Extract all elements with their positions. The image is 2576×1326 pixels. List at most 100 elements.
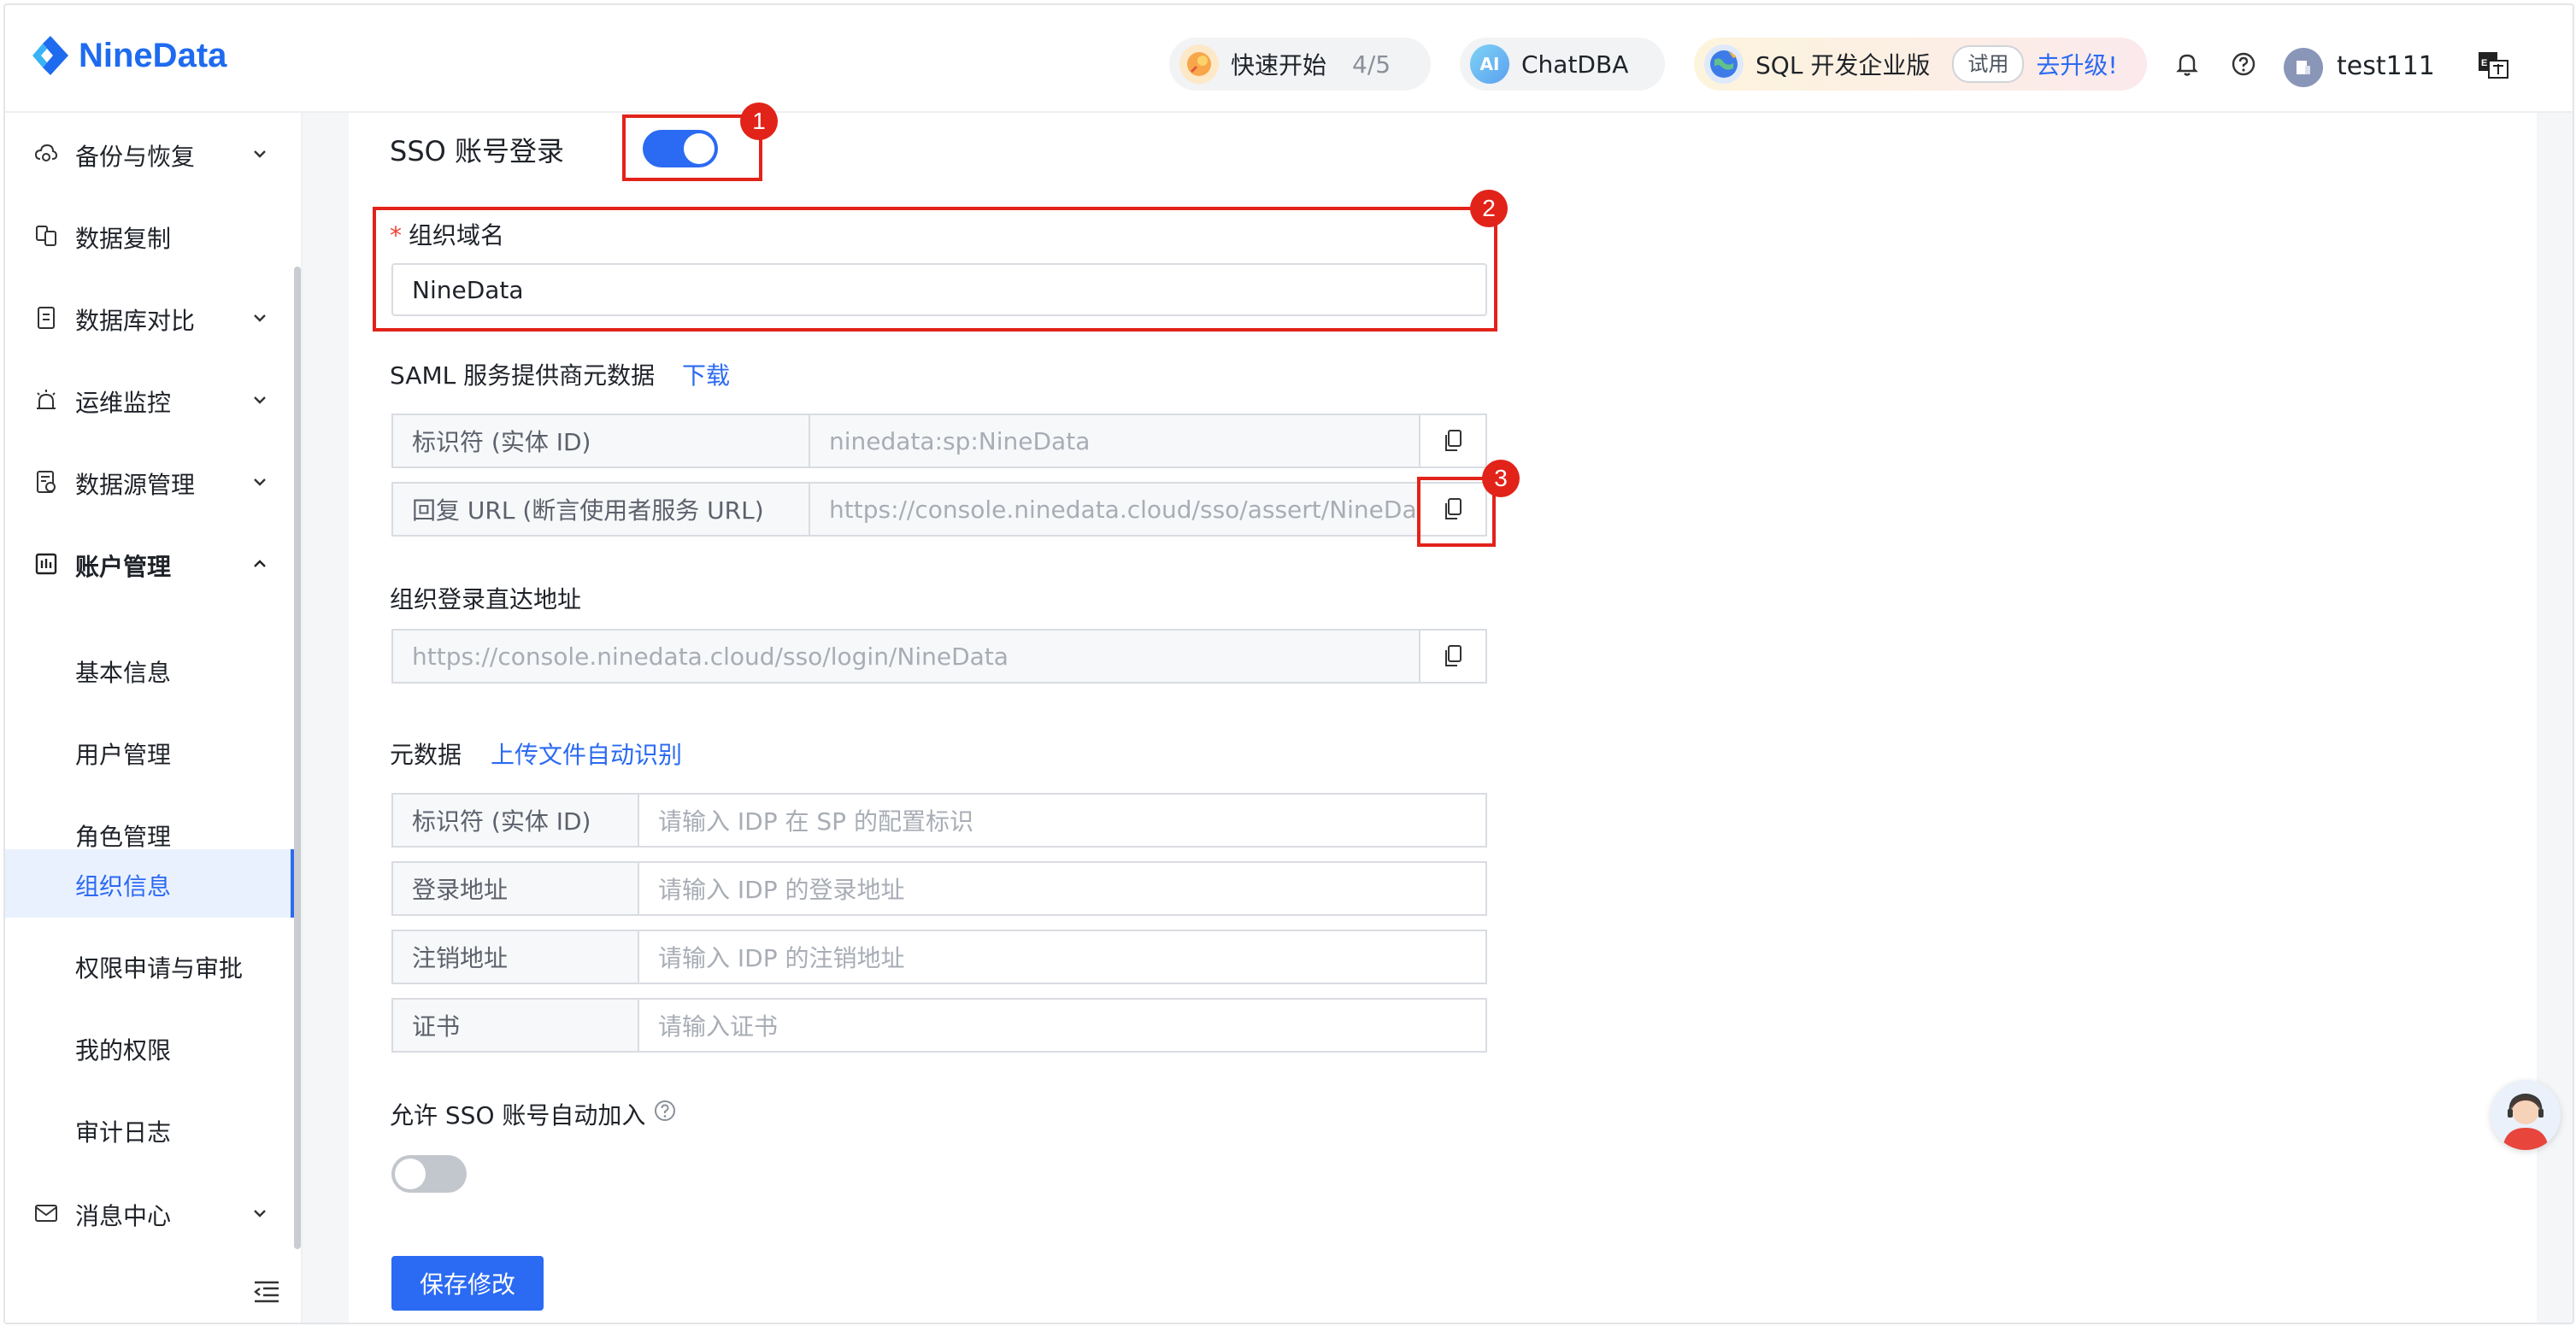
chevron-down-icon: [254, 478, 266, 486]
sidebar-subitem-label: 角色管理: [75, 823, 172, 851]
help-circle-icon[interactable]: [2231, 51, 2256, 77]
annotation-badge-3: 3: [1482, 460, 1520, 497]
chevron-down-icon: [254, 314, 266, 322]
idp-login-url-row: 登录地址 请输入 IDP 的登录地址: [391, 861, 1487, 916]
saml-reply-url-row: 回复 URL (断言使用者服务 URL) https://console.nin…: [391, 482, 1487, 537]
sidebar-item-label: 运维监控: [75, 389, 172, 417]
toggle-knob: [395, 1159, 426, 1189]
idp-logout-url-key: 注销地址: [393, 931, 639, 983]
copy-data-icon: [36, 226, 56, 246]
ai-icon: AI: [1470, 44, 1509, 84]
chevron-down-icon: [254, 1210, 266, 1217]
username[interactable]: test111: [2337, 51, 2435, 81]
saml-download-link[interactable]: 下载: [682, 357, 730, 391]
idp-login-url-key: 登录地址: [393, 863, 639, 914]
saml-entity-id-row: 标识符 (实体 ID) ninedata:sp:NineData: [391, 414, 1487, 468]
copy-entity-id-button[interactable]: [1419, 415, 1485, 466]
app-window: NineData 快速开始 4/5 AI ChatDBA SQL 开发企业版 试…: [3, 3, 2574, 1324]
sidebar-item-label: 账户管理: [75, 553, 172, 581]
sidebar-item-label: 数据复制: [75, 225, 172, 253]
sidebar-subitem-audit-log[interactable]: 审计日志: [5, 1095, 296, 1164]
copy-direct-login-button[interactable]: [1419, 631, 1485, 682]
support-assistant-button[interactable]: [2491, 1080, 2561, 1150]
annotation-badge-2: 2: [1470, 190, 1508, 227]
sidebar-subitem-label: 我的权限: [75, 1036, 172, 1065]
idp-logout-url-input[interactable]: 请输入 IDP 的注销地址: [639, 931, 1485, 983]
direct-login-row: https://console.ninedata.cloud/sso/login…: [391, 629, 1487, 684]
datasource-icon: [37, 471, 56, 493]
chatdba-button[interactable]: AI ChatDBA: [1460, 38, 1665, 91]
user-avatar[interactable]: [2284, 48, 2323, 87]
sso-login-label: SSO 账号登录: [390, 135, 564, 167]
chevron-down-icon: [254, 396, 266, 404]
idp-entity-id-key: 标识符 (实体 ID): [393, 795, 639, 846]
chatdba-label: ChatDBA: [1521, 50, 1629, 79]
sidebar-item-backup[interactable]: 备份与恢复: [5, 113, 299, 195]
sidebar-nav: 备份与恢复 数据复制 数据库对比 运维监控 数据源管理 账户管理 基本信息 用户…: [5, 113, 303, 1323]
metadata-label: 元数据: [390, 741, 462, 769]
trial-tag: 试用: [1952, 45, 2025, 83]
sidebar-item-replication[interactable]: 数据复制: [5, 195, 299, 277]
question-circle-icon[interactable]: [653, 1099, 677, 1123]
saml-reply-url-key: 回复 URL (断言使用者服务 URL): [393, 484, 810, 535]
quick-start-label: 快速开始: [1231, 51, 1327, 79]
ninedata-logo-icon: [32, 36, 68, 75]
idp-login-url-input[interactable]: 请输入 IDP 的登录地址: [639, 863, 1485, 914]
ai-icon-text: AI: [1479, 54, 1500, 74]
save-changes-button[interactable]: 保存修改: [391, 1256, 544, 1311]
sidebar-item-label: 备份与恢复: [75, 143, 196, 171]
sidebar-subitem-label: 基本信息: [75, 659, 172, 687]
idp-entity-id-input[interactable]: 请输入 IDP 在 SP 的配置标识: [639, 795, 1485, 846]
quick-start-progress: 4/5: [1352, 50, 1391, 79]
saml-entity-id-key: 标识符 (实体 ID): [393, 415, 810, 466]
sidebar-subitem-label: 组织信息: [75, 872, 172, 901]
sidebar-item-account[interactable]: 账户管理: [5, 523, 299, 605]
sidebar-item-monitoring[interactable]: 运维监控: [5, 359, 299, 441]
copy-icon: [1445, 430, 1461, 451]
top-header: NineData 快速开始 4/5 AI ChatDBA SQL 开发企业版 试…: [5, 5, 2573, 113]
cloud-backup-icon: [34, 144, 58, 161]
sidebar-item-message-center[interactable]: 消息中心: [5, 1172, 299, 1254]
sidebar-subitem-org-info[interactable]: 组织信息: [5, 849, 296, 918]
idp-certificate-row: 证书 请输入证书: [391, 998, 1487, 1053]
saml-entity-id-value: ninedata:sp:NineData: [810, 415, 1419, 466]
annotation-badge-1: 1: [740, 103, 778, 140]
metadata-upload-link[interactable]: 上传文件自动识别: [491, 736, 682, 771]
sidebar-subitem-label: 权限申请与审批: [75, 954, 244, 983]
globe-icon: [1704, 44, 1744, 84]
upgrade-link[interactable]: 去升级!: [2036, 47, 2117, 81]
sidebar-scrollbar[interactable]: [294, 267, 301, 1249]
brand-logo[interactable]: NineData: [31, 34, 226, 77]
edition-upgrade-banner[interactable]: SQL 开发企业版 试用 去升级!: [1694, 38, 2147, 91]
quick-start-button[interactable]: 快速开始 4/5: [1169, 38, 1431, 91]
sidebar-item-label: 数据库对比: [75, 307, 196, 335]
compare-icon: [38, 307, 55, 329]
direct-login-value: https://console.ninedata.cloud/sso/login…: [393, 631, 1419, 682]
sidebar-item-datasource[interactable]: 数据源管理: [5, 441, 299, 523]
rocket-icon: [1179, 44, 1219, 84]
sidebar-subitem-label: 用户管理: [75, 741, 172, 769]
copy-icon: [1445, 645, 1461, 666]
sidebar-subitem-basic-info[interactable]: 基本信息: [5, 636, 296, 704]
auto-join-label: 允许 SSO 账号自动加入: [390, 1101, 646, 1129]
chevron-down-icon: [254, 150, 266, 158]
sidebar-item-compare[interactable]: 数据库对比: [5, 277, 299, 359]
idp-certificate-key: 证书: [393, 1000, 639, 1051]
avatar-icon: [2297, 61, 2310, 74]
sidebar-subitem-users[interactable]: 用户管理: [5, 718, 296, 786]
auto-join-toggle[interactable]: [391, 1155, 467, 1193]
idp-entity-id-row: 标识符 (实体 ID) 请输入 IDP 在 SP 的配置标识: [391, 793, 1487, 848]
sidebar-subitem-my-permissions[interactable]: 我的权限: [5, 1013, 296, 1082]
language-switch-icon[interactable]: En: [2477, 50, 2509, 80]
bell-icon[interactable]: [2174, 51, 2200, 77]
collapse-sidebar-icon[interactable]: [253, 1280, 280, 1304]
sidebar-subitem-permission-approval[interactable]: 权限申请与审批: [5, 931, 296, 1000]
saml-metadata-label: SAML 服务提供商元数据: [390, 361, 656, 390]
idp-certificate-input[interactable]: 请输入证书: [639, 1000, 1485, 1051]
mail-icon: [35, 1205, 57, 1222]
idp-logout-url-row: 注销地址 请输入 IDP 的注销地址: [391, 930, 1487, 984]
account-icon: [35, 553, 57, 575]
support-agent-icon: [2491, 1080, 2561, 1150]
annotation-box-2: [373, 207, 1497, 332]
direct-login-label: 组织登录直达地址: [390, 585, 582, 613]
